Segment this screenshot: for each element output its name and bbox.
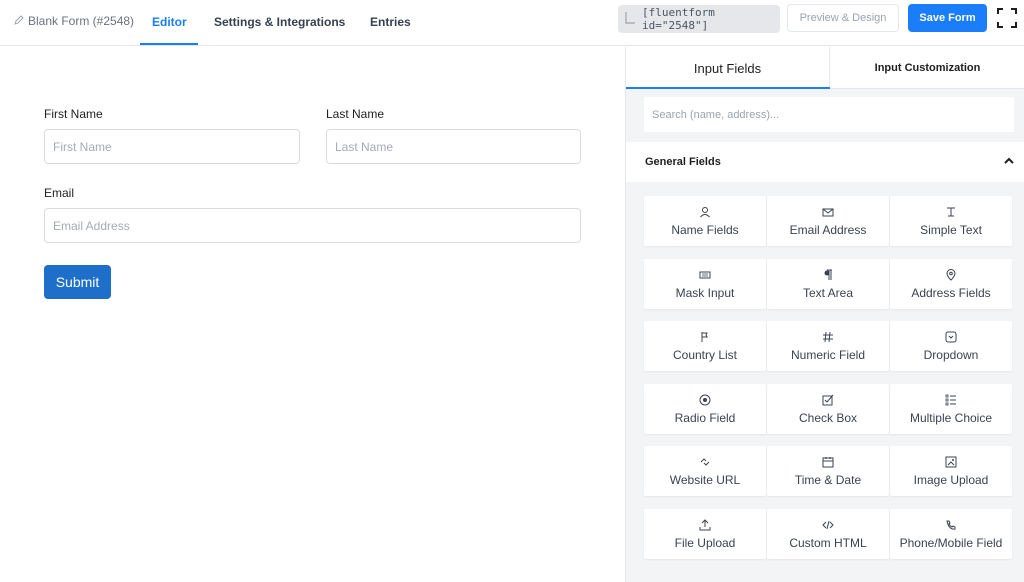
dropdown-icon: [944, 330, 958, 344]
field-card-label: Numeric Field: [790, 348, 865, 362]
form-name[interactable]: Blank Form (#2548): [14, 14, 134, 28]
field-card-label: Simple Text: [920, 223, 982, 237]
list-icon: [944, 393, 958, 407]
chevron-up-icon[interactable]: [1003, 156, 1015, 166]
general-fields-title: General Fields: [645, 156, 721, 168]
tab-editor[interactable]: Editor: [152, 15, 187, 29]
tab-input-fields[interactable]: Input Fields: [626, 47, 830, 89]
field-card-name-fields[interactable]: Name Fields: [644, 196, 766, 246]
field-card-label: Website URL: [669, 473, 741, 487]
field-card-time-date[interactable]: Time & Date: [767, 446, 889, 496]
map-pin-icon: [944, 268, 958, 282]
field-card-email-address[interactable]: Email Address: [767, 196, 889, 246]
fullscreen-icon[interactable]: [997, 8, 1017, 28]
field-card-label: Country List: [672, 348, 738, 362]
paragraph-icon: [821, 268, 835, 282]
field-card-label: Time & Date: [794, 473, 862, 487]
calendar-icon: [821, 455, 835, 469]
field-card-numeric-field[interactable]: Numeric Field: [767, 321, 889, 371]
top-bar: Blank Form (#2548) Editor Settings & Int…: [0, 0, 1024, 46]
field-card-label: Multiple Choice: [909, 411, 993, 425]
field-card-phone-mobile-field[interactable]: Phone/Mobile Field: [890, 509, 1012, 559]
field-sidebar: Input Fields Input Customization Search …: [625, 47, 1024, 582]
field-card-website-url[interactable]: Website URL: [644, 446, 766, 496]
field-card-file-upload[interactable]: File Upload: [644, 509, 766, 559]
copy-icon: [624, 11, 636, 28]
tab-active-indicator: [140, 43, 198, 45]
radio-icon: [698, 393, 712, 407]
field-card-label: Phone/Mobile Field: [899, 536, 1003, 550]
field-card-label: Address Fields: [911, 286, 991, 300]
field-card-label: Email Address: [789, 223, 867, 237]
field-card-text-area[interactable]: Text Area: [767, 259, 889, 309]
form-name-label: Blank Form (#2548): [28, 14, 135, 28]
first-name-input[interactable]: First Name: [44, 129, 300, 164]
shortcode-copy[interactable]: [fluentform id="2548"]: [618, 5, 780, 33]
field-card-country-list[interactable]: Country List: [644, 321, 766, 371]
flag-icon: [698, 330, 712, 344]
text-icon: [944, 205, 958, 219]
shortcode-text: [fluentform id="2548"]: [642, 6, 715, 32]
field-card-dropdown[interactable]: Dropdown: [890, 321, 1012, 371]
field-card-label: Mask Input: [675, 286, 735, 300]
tab-input-customization[interactable]: Input Customization: [830, 47, 1024, 89]
last-name-input[interactable]: Last Name: [326, 129, 581, 164]
form-editor-canvas: First Name First Name Last Name Last Nam…: [0, 47, 625, 582]
field-card-simple-text[interactable]: Simple Text: [890, 196, 1012, 246]
user-icon: [698, 205, 712, 219]
link-icon: [698, 455, 712, 469]
field-card-multiple-choice[interactable]: Multiple Choice: [890, 384, 1012, 434]
general-fields-header[interactable]: General Fields: [626, 142, 1024, 182]
field-card-label: Text Area: [802, 286, 854, 300]
first-name-label: First Name: [44, 107, 103, 121]
field-card-label: Check Box: [798, 411, 858, 425]
phone-icon: [944, 518, 958, 532]
field-search-input[interactable]: Search (name, address)...: [644, 97, 1014, 132]
field-card-radio-field[interactable]: Radio Field: [644, 384, 766, 434]
submit-button[interactable]: Submit: [44, 265, 111, 299]
tab-settings-integrations[interactable]: Settings & Integrations: [214, 15, 345, 29]
field-card-label: Custom HTML: [789, 536, 867, 550]
hash-icon: [821, 330, 835, 344]
field-card-check-box[interactable]: Check Box: [767, 384, 889, 434]
field-card-image-upload[interactable]: Image Upload: [890, 446, 1012, 496]
field-card-label: Name Fields: [671, 223, 739, 237]
pencil-icon: [14, 14, 24, 28]
email-label: Email: [44, 186, 75, 200]
last-name-label: Last Name: [326, 107, 385, 121]
field-card-label: Dropdown: [923, 348, 979, 362]
sidebar-tab-indicator: [626, 87, 830, 89]
upload-icon: [698, 518, 712, 532]
email-input[interactable]: Email Address: [44, 208, 581, 243]
checkbox-icon: [821, 393, 835, 407]
field-card-label: File Upload: [674, 536, 736, 550]
field-card-address-fields[interactable]: Address Fields: [890, 259, 1012, 309]
sidebar-tabs: Input Fields Input Customization: [626, 47, 1024, 89]
tab-entries[interactable]: Entries: [370, 15, 411, 29]
field-card-label: Radio Field: [674, 411, 736, 425]
image-icon: [944, 455, 958, 469]
keyboard-icon: [698, 268, 712, 282]
field-card-mask-input[interactable]: Mask Input: [644, 259, 766, 309]
envelope-icon: [821, 205, 835, 219]
save-form-button[interactable]: Save Form: [908, 4, 987, 32]
code-icon: [821, 518, 835, 532]
field-card-label: Image Upload: [913, 473, 989, 487]
field-card-custom-html[interactable]: Custom HTML: [767, 509, 889, 559]
preview-design-button[interactable]: Preview & Design: [787, 4, 899, 32]
